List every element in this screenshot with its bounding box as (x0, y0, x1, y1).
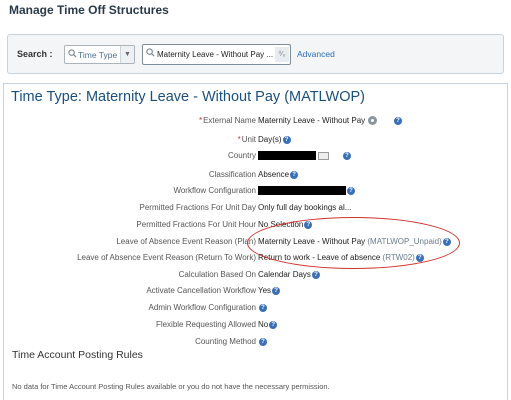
help-icon[interactable]: ? (311, 270, 320, 279)
field-label: Country (227, 151, 256, 160)
classification-value: Absence? (258, 170, 299, 179)
help-icon[interactable]: ? (272, 286, 281, 295)
search-type-value: Time Type (78, 50, 118, 60)
search-type-select[interactable]: Time Type ▼ (64, 45, 135, 64)
posting-rules-empty-message: No data for Time Account Posting Rules a… (12, 382, 330, 391)
country-picker-icon[interactable] (318, 151, 329, 160)
field-label: Workflow Configuration (173, 186, 256, 195)
field-row-classification: Classification Absence? (4, 168, 509, 183)
counting-method-value: ? (258, 337, 267, 346)
search-options-icon[interactable]: ⁰⁄₀ (275, 47, 289, 62)
unit-value: Day(s)? (258, 135, 291, 144)
admin-workflow-value: ? (258, 303, 267, 312)
help-icon[interactable]: ? (347, 186, 355, 195)
chevron-down-icon[interactable]: ▼ (120, 46, 134, 63)
search-icon (68, 49, 77, 58)
flexible-requesting-value: No? (258, 320, 278, 329)
field-row-fractions-unit-day: Permitted Fractions For Unit Day Only fu… (4, 201, 509, 216)
external-name-value: Maternity Leave - Without Pay (258, 116, 378, 126)
header-bar: Manage Time Off Structures (0, 0, 511, 26)
redacted-value (258, 186, 346, 196)
field-label: Admin Workflow Configuration (148, 303, 256, 312)
field-row-workflow-configuration: Workflow Configuration ? (4, 184, 509, 199)
field-row-external-name: *External Name Maternity Leave - Without… (4, 114, 509, 129)
field-label: Calculation Based On (178, 270, 256, 279)
help-icon[interactable]: ? (282, 135, 291, 144)
help-icon[interactable]: ? (343, 152, 351, 160)
help-icon[interactable]: ? (259, 337, 267, 346)
field-row-calculation-based-on: Calculation Based On Calendar Days? (4, 268, 509, 283)
redacted-value (258, 151, 316, 161)
field-label: *External Name (198, 116, 256, 125)
field-label: Permitted Fractions For Unit Hour (136, 220, 256, 229)
page-title: Manage Time Off Structures (9, 3, 169, 17)
search-icon (146, 48, 155, 57)
field-row-admin-workflow: Admin Workflow Configuration ? (4, 301, 509, 316)
field-label: Counting Method (195, 337, 256, 346)
annotation-ellipse (247, 217, 460, 269)
help-icon[interactable]: ? (269, 320, 278, 329)
field-label: Activate Cancellation Workflow (146, 286, 256, 295)
field-label: *Unit (237, 135, 256, 144)
advanced-search-link[interactable]: Advanced (297, 49, 335, 59)
search-input[interactable]: Maternity Leave - Without Pay ... ⁰⁄₀ (142, 44, 291, 65)
field-row-unit: *Unit Day(s)? (4, 133, 509, 148)
record-title: Time Type: Maternity Leave - Without Pay… (11, 89, 366, 105)
field-label: Leave of Absence Event Reason (Return To… (77, 253, 256, 262)
workflow-configuration-value: ? (258, 186, 355, 196)
search-input-value: Maternity Leave - Without Pay ... (157, 50, 274, 59)
field-label: Leave of Absence Event Reason (Plan) (116, 237, 256, 246)
help-icon[interactable]: ? (259, 303, 267, 312)
field-row-country: Country ? (4, 149, 509, 164)
field-label: Classification (208, 170, 256, 179)
field-label: Flexible Requesting Allowed (155, 320, 256, 329)
field-row-flexible-requesting: Flexible Requesting Allowed No? (4, 318, 509, 333)
activate-cancellation-value: Yes? (258, 286, 281, 295)
search-panel: Search : Time Type ▼ Maternity Leave - W… (7, 34, 504, 74)
gear-icon[interactable] (368, 116, 378, 126)
field-row-counting-method: Counting Method ? (4, 335, 509, 350)
fractions-unit-day-value: Only full day bookings al... (258, 203, 352, 212)
help-icon[interactable]: ? (394, 117, 402, 125)
field-label: Permitted Fractions For Unit Day (139, 203, 256, 212)
posting-rules-title: Time Account Posting Rules (12, 349, 143, 361)
search-label: Search : (17, 49, 53, 59)
calculation-based-on-value: Calendar Days? (258, 270, 320, 279)
country-value (258, 151, 329, 161)
help-icon[interactable]: ? (290, 170, 299, 179)
field-row-activate-cancellation: Activate Cancellation Workflow Yes? (4, 284, 509, 299)
